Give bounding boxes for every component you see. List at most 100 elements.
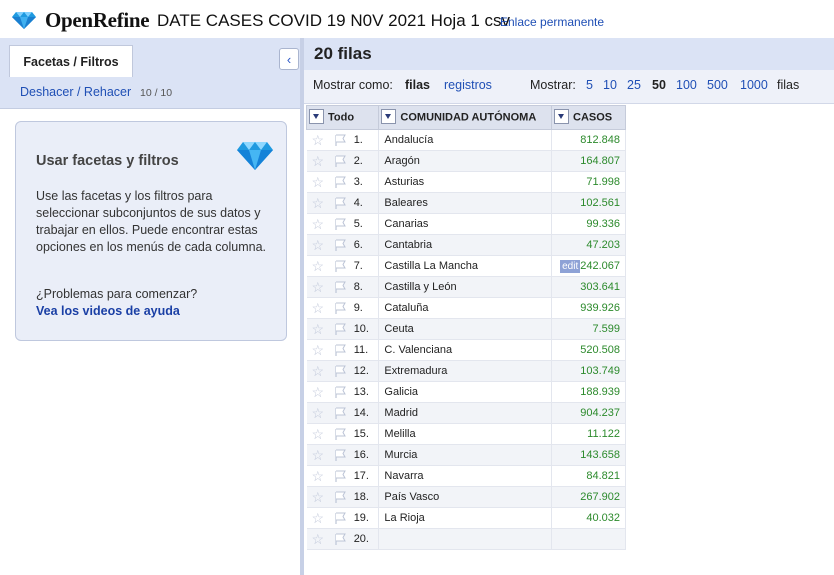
flag-icon[interactable]	[329, 255, 352, 277]
page-size-50-selected[interactable]: 50	[652, 78, 666, 92]
cell-comunidad[interactable]: País Vasco	[378, 486, 552, 508]
star-icon[interactable]: ☆	[306, 507, 330, 529]
star-icon[interactable]: ☆	[306, 318, 330, 340]
cell-comunidad[interactable]: La Rioja	[378, 507, 552, 529]
cell-comunidad[interactable]: Asturias	[378, 171, 552, 193]
flag-icon[interactable]	[329, 192, 352, 214]
cell-casos[interactable]: 40.032	[551, 507, 626, 529]
flag-icon[interactable]	[329, 129, 352, 151]
column-header-all[interactable]: Todo	[305, 105, 380, 130]
edit-button[interactable]: edit	[560, 260, 581, 273]
flag-icon[interactable]	[329, 360, 352, 382]
cell-casos[interactable]: 164.807	[551, 150, 626, 172]
page-size-1000[interactable]: 1000	[740, 78, 768, 92]
cell-casos[interactable]: 939.926	[551, 297, 626, 319]
star-icon[interactable]: ☆	[306, 360, 330, 382]
star-icon[interactable]: ☆	[306, 381, 330, 403]
undo-redo-link[interactable]: Deshacer / Rehacer	[20, 85, 131, 99]
dropdown-icon[interactable]	[309, 109, 324, 124]
page-size-5[interactable]: 5	[586, 78, 593, 92]
mode-rows[interactable]: filas	[405, 78, 430, 92]
flag-icon[interactable]	[329, 423, 352, 445]
page-size-100[interactable]: 100	[676, 78, 697, 92]
cell-casos[interactable]: 84.821	[551, 465, 626, 487]
dropdown-icon[interactable]	[381, 109, 397, 124]
panel-divider[interactable]	[300, 38, 304, 575]
star-icon[interactable]: ☆	[306, 192, 330, 214]
flag-icon[interactable]	[329, 276, 352, 298]
flag-icon[interactable]	[329, 297, 352, 319]
star-icon[interactable]: ☆	[306, 297, 330, 319]
flag-icon[interactable]	[329, 507, 352, 529]
flag-icon[interactable]	[329, 150, 352, 172]
cell-comunidad[interactable]: Cantabria	[378, 234, 552, 256]
cell-comunidad[interactable]: Aragón	[378, 150, 552, 172]
cell-comunidad[interactable]: Cataluña	[378, 297, 552, 319]
star-icon[interactable]: ☆	[306, 339, 330, 361]
star-icon[interactable]: ☆	[306, 150, 330, 172]
flag-icon[interactable]	[329, 234, 352, 256]
flag-icon[interactable]	[329, 444, 352, 466]
star-icon[interactable]: ☆	[306, 423, 330, 445]
permalink-link[interactable]: Enlace permanente	[500, 15, 604, 29]
flag-icon[interactable]	[329, 213, 352, 235]
cell-casos[interactable]: 143.658	[551, 444, 626, 466]
cell-comunidad[interactable]: Canarias	[378, 213, 552, 235]
cell-comunidad[interactable]: Castilla La Mancha	[378, 255, 552, 277]
star-icon[interactable]: ☆	[306, 255, 330, 277]
page-size-500[interactable]: 500	[707, 78, 728, 92]
star-icon[interactable]: ☆	[306, 171, 330, 193]
cell-casos[interactable]: 520.508	[551, 339, 626, 361]
column-header-casos[interactable]: CASOS	[551, 105, 626, 130]
star-icon[interactable]: ☆	[306, 444, 330, 466]
cell-casos[interactable]: 7.599	[551, 318, 626, 340]
cell-casos[interactable]: edit 242.067	[551, 255, 626, 277]
collapse-panel-button[interactable]: ‹	[279, 48, 299, 70]
cell-casos[interactable]	[551, 528, 626, 550]
flag-icon[interactable]	[329, 402, 352, 424]
cell-casos[interactable]: 267.902	[551, 486, 626, 508]
cell-casos[interactable]: 303.641	[551, 276, 626, 298]
flag-icon[interactable]	[329, 465, 352, 487]
flag-icon[interactable]	[329, 171, 352, 193]
page-size-10[interactable]: 10	[603, 78, 617, 92]
flag-icon[interactable]	[329, 486, 352, 508]
cell-casos[interactable]: 103.749	[551, 360, 626, 382]
app-name[interactable]: OpenRefine	[45, 8, 150, 33]
star-icon[interactable]: ☆	[306, 402, 330, 424]
flag-icon[interactable]	[329, 318, 352, 340]
cell-comunidad[interactable]: Ceuta	[378, 318, 552, 340]
cell-comunidad[interactable]: Melilla	[378, 423, 552, 445]
cell-comunidad[interactable]: C. Valenciana	[378, 339, 552, 361]
star-icon[interactable]: ☆	[306, 465, 330, 487]
star-icon[interactable]: ☆	[306, 528, 330, 550]
cell-comunidad[interactable]: Castilla y León	[378, 276, 552, 298]
help-videos-link[interactable]: Vea los videos de ayuda	[36, 304, 180, 318]
cell-casos[interactable]: 812.848	[551, 129, 626, 151]
dropdown-icon[interactable]	[554, 109, 569, 124]
cell-comunidad[interactable]: Madrid	[378, 402, 552, 424]
star-icon[interactable]: ☆	[306, 486, 330, 508]
cell-comunidad[interactable]: Extremadura	[378, 360, 552, 382]
cell-casos[interactable]: 188.939	[551, 381, 626, 403]
flag-icon[interactable]	[329, 339, 352, 361]
flag-icon[interactable]	[329, 381, 352, 403]
cell-comunidad[interactable]	[378, 528, 552, 550]
star-icon[interactable]: ☆	[306, 213, 330, 235]
tab-facets-filters[interactable]: Facetas / Filtros	[9, 45, 133, 78]
cell-casos[interactable]: 904.237	[551, 402, 626, 424]
column-header-comunidad[interactable]: COMUNIDAD AUTÓNOMA	[378, 105, 552, 130]
cell-comunidad[interactable]: Navarra	[378, 465, 552, 487]
cell-comunidad[interactable]: Baleares	[378, 192, 552, 214]
flag-icon[interactable]	[329, 528, 352, 550]
cell-comunidad[interactable]: Andalucía	[378, 129, 552, 151]
cell-casos[interactable]: 11.122	[551, 423, 626, 445]
mode-records-link[interactable]: registros	[444, 78, 492, 92]
cell-casos[interactable]: 47.203	[551, 234, 626, 256]
page-size-25[interactable]: 25	[627, 78, 641, 92]
star-icon[interactable]: ☆	[306, 129, 330, 151]
cell-casos[interactable]: 102.561	[551, 192, 626, 214]
project-title[interactable]: DATE CASES COVID 19 N0V 2021 Hoja 1 csv	[157, 11, 510, 31]
cell-comunidad[interactable]: Murcia	[378, 444, 552, 466]
star-icon[interactable]: ☆	[306, 234, 330, 256]
